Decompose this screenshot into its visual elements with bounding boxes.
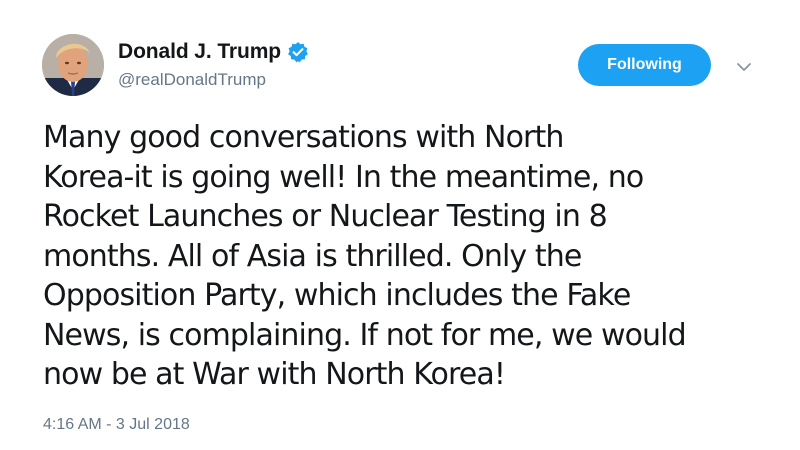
tweet-text-line: Many good conversations with North [43, 120, 564, 155]
chevron-down-icon[interactable] [736, 58, 752, 71]
author-avatar[interactable] [42, 34, 104, 96]
tweet-text-line: months. All of Asia is thrilled. Only th… [43, 238, 582, 274]
author-display-name[interactable]: Donald J. Trump [118, 40, 281, 64]
tweet-text-line: Korea-it is going well! In the meantime,… [43, 159, 644, 195]
following-button[interactable]: Following [578, 44, 711, 86]
tweet-text-line: Opposition Party, which includes the Fak… [43, 278, 631, 313]
tweet-card: Donald J. Trump @realDonaldTrump Followi… [0, 0, 800, 450]
verified-badge-icon [287, 41, 309, 63]
tweet-text-line: Rocket Launches or Nuclear Testing in 8 [43, 199, 608, 234]
avatar-image [42, 34, 104, 96]
tweet-text: Many good conversations with North Korea… [43, 118, 763, 395]
author-name-row: Donald J. Trump [118, 38, 309, 66]
tweet-text-line: now be at War with North Korea! [43, 357, 506, 392]
tweet-timestamp[interactable]: 4:16 AM - 3 Jul 2018 [43, 416, 190, 434]
author-handle[interactable]: @realDonaldTrump [118, 70, 266, 90]
tweet-text-line: News, is complaining. If not for me, we … [43, 317, 687, 353]
